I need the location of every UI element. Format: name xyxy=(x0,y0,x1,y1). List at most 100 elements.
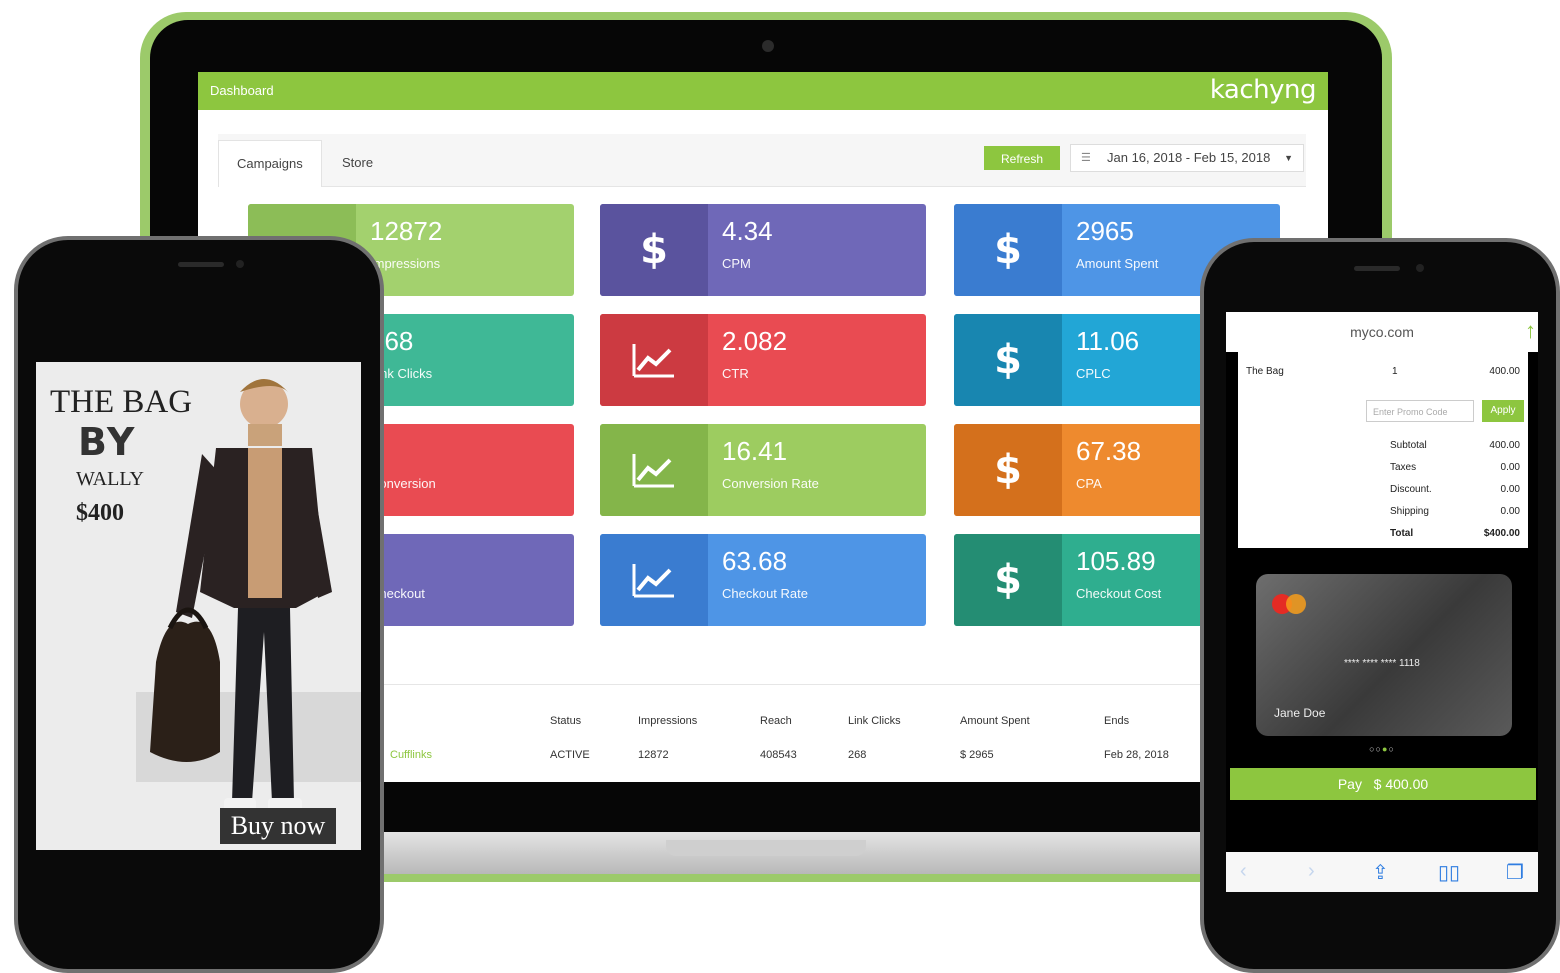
cell-link-clicks: 268 xyxy=(848,749,867,761)
checkout-screen: myco.com ↑ The Bag 1 400.00 Enter Promo … xyxy=(1226,312,1538,892)
summary-label: Total xyxy=(1390,528,1414,539)
column-header-link-clicks: Link Clicks xyxy=(848,715,901,727)
dollar-icon: $ xyxy=(954,534,1062,626)
summary-value: 0.00 xyxy=(1500,506,1520,517)
item-price: 400.00 xyxy=(1489,366,1520,377)
column-header-status: Status xyxy=(550,715,582,727)
calendar-icon: ☰ xyxy=(1081,152,1091,164)
ad-by: BY xyxy=(78,420,137,464)
stat-label: Conversion Rate xyxy=(722,476,819,491)
summary-label: Discount. xyxy=(1390,484,1432,495)
stat-tile-conversion-rate: 16.41 Conversion Rate xyxy=(600,424,926,516)
tab-panel: Campaigns Store Refresh ☰ Jan 16, 2018 -… xyxy=(218,134,1306,187)
apply-button[interactable]: Apply xyxy=(1482,400,1524,422)
summary-value: $400.00 xyxy=(1483,528,1520,539)
stat-value: 11.06 xyxy=(1076,326,1140,356)
browser-url-bar[interactable]: myco.com ↑ xyxy=(1226,312,1538,352)
page-title: Dashboard xyxy=(210,83,274,98)
dollar-icon: $ xyxy=(954,424,1062,516)
column-header-amount-spent: Amount Spent xyxy=(960,715,1030,727)
item-name: The Bag xyxy=(1246,366,1284,377)
order-receipt: The Bag 1 400.00 Enter Promo Code Apply … xyxy=(1238,352,1528,548)
cell-impressions: 12872 xyxy=(638,749,669,761)
stat-value: 63.68 xyxy=(722,546,788,576)
stat-value: 16.41 xyxy=(722,436,788,466)
phone-speaker xyxy=(178,262,224,267)
phone-camera xyxy=(1416,264,1424,272)
stat-tile-ctr: 2.082 CTR xyxy=(600,314,926,406)
share-icon[interactable]: ⇪ xyxy=(1372,860,1389,885)
forward-icon[interactable]: › xyxy=(1308,860,1315,883)
top-bar: Dashboard kachyng xyxy=(198,72,1328,110)
summary-label: Shipping xyxy=(1390,506,1429,517)
tab-campaigns[interactable]: Campaigns xyxy=(218,140,322,187)
refresh-button[interactable]: Refresh xyxy=(984,146,1060,170)
item-qty: 1 xyxy=(1392,366,1398,377)
buy-now-button[interactable]: Buy now xyxy=(220,808,336,844)
stat-label: CPA xyxy=(1076,476,1102,491)
stat-value: 105.89 xyxy=(1076,546,1156,576)
cell-status: ACTIVE xyxy=(550,749,590,761)
stat-label: Checkout Rate xyxy=(722,586,808,601)
caret-down-icon: ▼ xyxy=(1284,153,1293,163)
card-holder: Jane Doe xyxy=(1274,706,1326,720)
campaign-name-link[interactable]: Cufflinks xyxy=(390,749,432,761)
pay-amount: $ 400.00 xyxy=(1373,776,1429,792)
phone-speaker xyxy=(1354,266,1400,271)
column-header-impressions: Impressions xyxy=(638,715,698,727)
column-header-ends: Ends xyxy=(1104,715,1130,727)
stat-value: 2965 xyxy=(1076,216,1134,246)
stat-label: CTR xyxy=(722,366,749,381)
pay-label: Pay xyxy=(1337,776,1362,792)
chart-line-icon xyxy=(600,314,708,406)
stat-label: Checkout Cost xyxy=(1076,586,1162,601)
url-text: myco.com xyxy=(1350,324,1414,340)
dollar-icon: $ xyxy=(954,314,1062,406)
summary-value: 400.00 xyxy=(1489,440,1520,451)
arrow-up-icon[interactable]: ↑ xyxy=(1525,318,1536,344)
phone-camera xyxy=(236,260,244,268)
stat-label: CPM xyxy=(722,256,751,271)
summary-label: Subtotal xyxy=(1390,440,1427,451)
mastercard-logo-overlap xyxy=(1286,594,1306,614)
dollar-icon: $ xyxy=(954,204,1062,296)
summary-value: 0.00 xyxy=(1500,462,1520,473)
webcam xyxy=(762,40,774,52)
stat-label: Amount Spent xyxy=(1076,256,1159,271)
model-illustration xyxy=(136,379,361,812)
back-icon[interactable]: ‹ xyxy=(1240,860,1247,883)
cell-ends: Feb 28, 2018 xyxy=(1104,749,1169,761)
tabs-icon[interactable]: ❐ xyxy=(1506,860,1524,885)
date-range-text: Jan 16, 2018 - Feb 15, 2018 xyxy=(1107,150,1271,165)
safari-toolbar: ‹ › ⇪ ▯▯ ❐ xyxy=(1226,852,1538,892)
laptop-notch xyxy=(666,840,866,856)
pay-button[interactable]: Pay $ 400.00 xyxy=(1230,768,1536,800)
ad-brand: WALLY xyxy=(76,468,144,490)
chart-line-icon xyxy=(600,424,708,516)
product-ad[interactable]: THE BAG BY WALLY $400 Buy now xyxy=(36,362,361,850)
payment-card[interactable]: **** **** **** 1118 Jane Doe xyxy=(1256,574,1512,736)
stat-label: CPLC xyxy=(1076,366,1111,381)
tab-store[interactable]: Store xyxy=(324,140,391,186)
cell-amount-spent: $ 2965 xyxy=(960,749,994,761)
summary-label: Taxes xyxy=(1390,462,1417,473)
card-number: **** **** **** 1118 xyxy=(1344,658,1420,669)
stat-tile-checkout-rate: 63.68 Checkout Rate xyxy=(600,534,926,626)
column-header-reach: Reach xyxy=(760,715,792,727)
stat-value: 4.34 xyxy=(722,216,773,246)
ad-price: $400 xyxy=(76,500,124,526)
chart-line-icon xyxy=(600,534,708,626)
carousel-dots[interactable]: ○○●○ xyxy=(1226,744,1538,754)
dollar-icon: $ xyxy=(600,204,708,296)
summary-value: 0.00 xyxy=(1500,484,1520,495)
stat-tile-cpm: $4.34 CPM xyxy=(600,204,926,296)
bookmarks-icon[interactable]: ▯▯ xyxy=(1438,860,1460,885)
promo-code-input[interactable]: Enter Promo Code xyxy=(1366,400,1474,422)
stat-value: 67.38 xyxy=(1076,436,1142,466)
date-range-picker[interactable]: ☰ Jan 16, 2018 - Feb 15, 2018 ▼ xyxy=(1070,144,1304,172)
ad-headline: THE BAG xyxy=(50,384,193,420)
stat-value: 2.082 xyxy=(722,326,788,356)
cell-reach: 408543 xyxy=(760,749,797,761)
stat-value: 12872 xyxy=(370,216,443,246)
brand-logo: kachyng xyxy=(1209,75,1317,105)
